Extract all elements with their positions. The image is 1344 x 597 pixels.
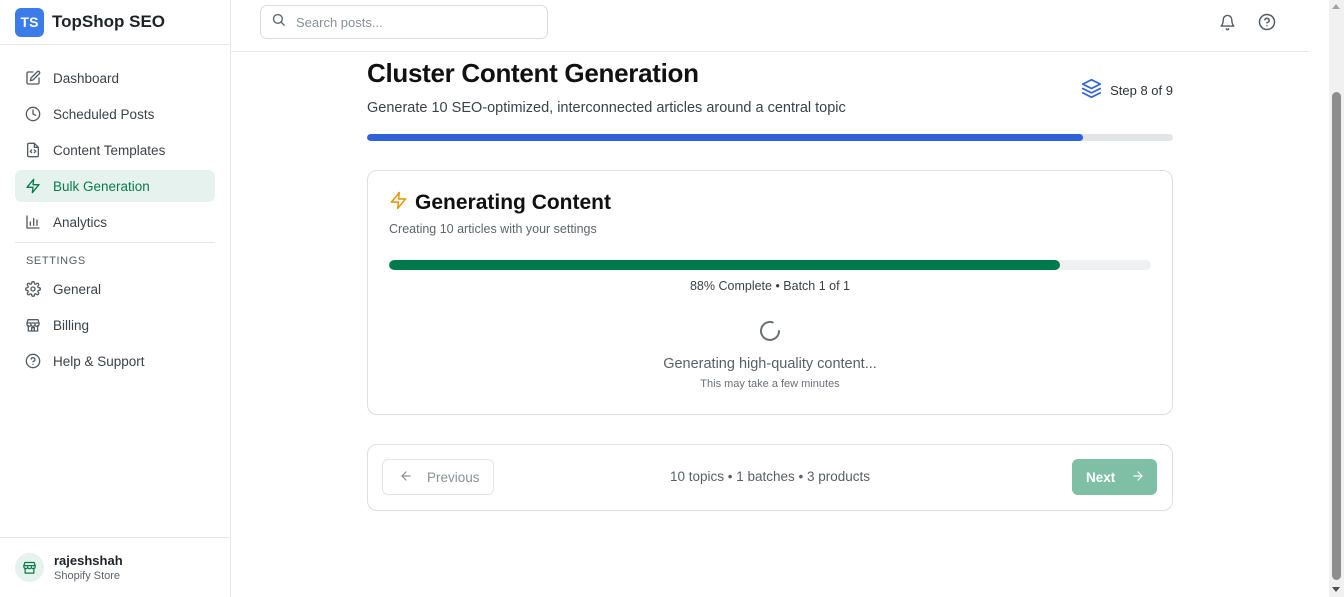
sidebar-item-label: Billing [53, 317, 90, 333]
generation-card: Generating Content Creating 10 articles … [367, 170, 1173, 415]
sidebar-item-bulk-generation[interactable]: Bulk Generation [15, 170, 215, 202]
generation-message: Generating high-quality content... [663, 356, 877, 372]
sidebar-item-scheduled-posts[interactable]: Scheduled Posts [15, 98, 215, 130]
generation-progress-fill [389, 260, 1060, 270]
settings-heading: SETTINGS [26, 255, 86, 267]
avatar [15, 553, 44, 582]
user-info: rajeshshah Shopify Store [54, 553, 123, 582]
edit-icon [25, 70, 41, 86]
sidebar-item-general[interactable]: General [15, 273, 215, 305]
file-code-icon [25, 142, 41, 158]
sidebar-item-analytics[interactable]: Analytics [15, 206, 215, 238]
nav-divider [15, 242, 215, 243]
sidebar-item-label: Content Templates [53, 142, 166, 158]
page-scrollbar[interactable] [1329, 0, 1344, 597]
wizard-footer: Previous 10 topics • 1 batches • 3 produ… [367, 444, 1173, 511]
search-box[interactable] [260, 5, 548, 39]
generation-progress-bar [389, 260, 1151, 270]
sidebar-item-label: General [53, 281, 102, 297]
generation-note: This may take a few minutes [700, 378, 840, 390]
bar-chart-icon [25, 214, 41, 230]
scroll-down-arrow[interactable] [1332, 587, 1340, 592]
sidebar-item-label: Dashboard [53, 70, 120, 86]
scroll-up-arrow[interactable] [1332, 4, 1340, 9]
step-label: Step 8 of 9 [1110, 82, 1173, 98]
zap-icon [25, 178, 41, 194]
sidebar: TS TopShop SEO Dashboard Scheduled Posts… [0, 0, 231, 597]
clock-icon [25, 106, 41, 122]
zap-icon [389, 191, 408, 215]
generation-subtitle: Creating 10 articles with your settings [389, 222, 597, 236]
next-label: Next [1086, 469, 1116, 485]
loading-spinner-icon [758, 319, 782, 343]
page-title: Cluster Content Generation [367, 58, 699, 88]
search-icon [271, 12, 286, 32]
sidebar-item-billing[interactable]: Billing [15, 309, 215, 341]
scroll-thumb[interactable] [1332, 92, 1341, 580]
user-name: rajeshshah [54, 553, 123, 568]
brand[interactable]: TS TopShop SEO [0, 0, 230, 45]
search-input[interactable] [296, 14, 536, 30]
wizard-progress-bar [367, 134, 1173, 141]
generation-summary: 10 topics • 1 batches • 3 products [669, 469, 871, 484]
store-icon [23, 561, 36, 574]
help-circle-icon [25, 353, 41, 369]
topbar [231, 0, 1308, 52]
sidebar-item-dashboard[interactable]: Dashboard [15, 62, 215, 94]
help-circle-icon[interactable] [1257, 12, 1277, 32]
bell-icon[interactable] [1217, 12, 1237, 32]
generation-status: 88% Complete • Batch 1 of 1 [689, 279, 851, 293]
arrow-right-icon [1131, 469, 1145, 486]
store-icon [25, 317, 41, 333]
sidebar-item-label: Scheduled Posts [53, 106, 155, 122]
sidebar-item-label: Bulk Generation [53, 178, 150, 194]
gear-icon [25, 281, 41, 297]
generation-title: Generating Content [415, 191, 612, 214]
user-role: Shopify Store [54, 570, 121, 582]
generation-header: Generating Content [389, 191, 611, 215]
next-button[interactable]: Next [1072, 459, 1157, 495]
user-profile[interactable]: rajeshshah Shopify Store [0, 537, 230, 597]
sidebar-item-content-templates[interactable]: Content Templates [15, 134, 215, 166]
brand-name: TopShop SEO [52, 12, 166, 31]
step-indicator: Step 8 of 9 [1081, 78, 1173, 102]
sidebar-item-label: Analytics [53, 214, 108, 230]
sidebar-nav: Dashboard Scheduled Posts Content Templa… [0, 45, 230, 377]
brand-logo: TS [15, 7, 44, 37]
page-subtitle: Generate 10 SEO-optimized, interconnecte… [367, 100, 846, 116]
wizard-progress-fill [367, 134, 1083, 141]
sidebar-item-help-support[interactable]: Help & Support [15, 345, 215, 377]
sidebar-item-label: Help & Support [53, 353, 145, 369]
layers-icon [1081, 78, 1102, 102]
